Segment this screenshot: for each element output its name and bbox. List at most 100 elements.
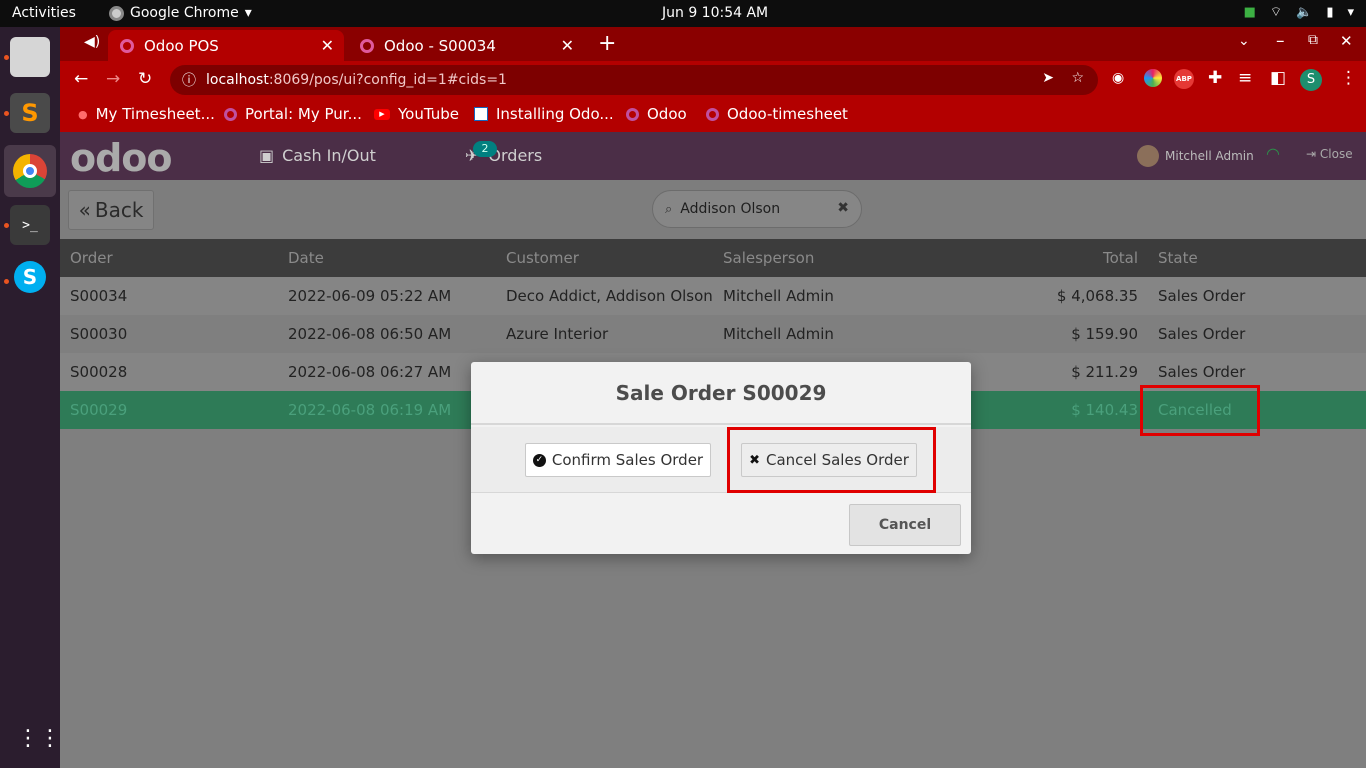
- avatar: [1137, 145, 1159, 167]
- sublime-text-icon[interactable]: S: [10, 93, 50, 133]
- close-tab-icon[interactable]: ✕: [321, 36, 334, 55]
- cash-label: Cash In/Out: [282, 146, 376, 165]
- column-order: Order: [70, 249, 113, 267]
- media-queue-icon[interactable]: ≡: [1238, 68, 1252, 88]
- table-row[interactable]: S00034 2022-06-09 05:22 AM Deco Addict, …: [60, 277, 1366, 315]
- bookmark-label: YouTube: [398, 105, 459, 123]
- bookmark-odoo[interactable]: Odoo: [626, 105, 687, 123]
- close-window-button[interactable]: ✕: [1340, 32, 1353, 50]
- profile-avatar[interactable]: S: [1300, 69, 1322, 91]
- order-customer: Deco Addict, Addison Olson: [506, 287, 713, 305]
- clear-search-icon[interactable]: ✖: [837, 200, 849, 216]
- skype-icon[interactable]: S: [14, 261, 46, 293]
- maximize-button[interactable]: ⧉: [1308, 32, 1318, 48]
- close-pos-button[interactable]: ⇥ Close: [1306, 147, 1353, 161]
- app-menu-label: Google Chrome: [130, 5, 239, 21]
- terminal-icon[interactable]: >_: [10, 205, 50, 245]
- order-customer: Azure Interior: [506, 325, 609, 343]
- order-date: 2022-06-09 05:22 AM: [288, 287, 452, 305]
- tab-odoo-s00034[interactable]: Odoo - S00034 ✕: [348, 30, 584, 61]
- order-state: Sales Order: [1158, 363, 1246, 381]
- order-total: $ 211.29: [1071, 363, 1138, 381]
- wifi-icon: ⌔: [1269, 5, 1283, 20]
- system-tray[interactable]: ■ ⌔ 🔈 ▮ ▾: [1244, 4, 1354, 21]
- check-circle-icon: ✓: [532, 453, 546, 467]
- url-path: :8069/pos/ui?config_id=1#cids=1: [268, 72, 507, 88]
- bookmark-youtube[interactable]: ▶ YouTube: [374, 105, 459, 123]
- forward-arrow-icon[interactable]: →: [106, 69, 120, 89]
- dialog-title: Sale Order S00029: [471, 362, 971, 425]
- cashier-selector[interactable]: Mitchell Admin: [1137, 145, 1254, 167]
- dock: S >_ S ⋮⋮⋮: [0, 27, 83, 768]
- extension-icon[interactable]: ◉: [1112, 70, 1124, 86]
- kebab-menu-icon[interactable]: ⋮: [1340, 68, 1357, 88]
- color-picker-extension-icon[interactable]: [1144, 69, 1162, 87]
- confirm-sales-order-button[interactable]: ✓ Confirm Sales Order: [525, 443, 711, 477]
- close-label: Close: [1319, 147, 1353, 161]
- order-ref: S00029: [70, 401, 128, 419]
- tab-strip: ◀) Odoo POS ✕ Odoo - S00034 ✕ + ⌄ – ⧉ ✕: [60, 27, 1366, 61]
- bookmark-odoo-timesheet[interactable]: Odoo-timesheet: [706, 105, 848, 123]
- tab-odoo-pos[interactable]: Odoo POS ✕: [108, 30, 344, 61]
- chrome-dock-icon[interactable]: [4, 145, 56, 197]
- close-tab-icon[interactable]: ✕: [561, 36, 574, 55]
- cashier-name: Mitchell Admin: [1165, 149, 1254, 163]
- side-panel-icon[interactable]: ◧: [1270, 68, 1286, 88]
- orders-count-badge: 2: [473, 141, 497, 157]
- clock[interactable]: Jun 9 10:54 AM: [662, 5, 768, 21]
- search-icon: ⌕: [665, 201, 673, 217]
- files-icon[interactable]: [10, 37, 50, 77]
- bookmark-installing-odoo[interactable]: Installing Odo...: [474, 105, 614, 123]
- tab-search-icon[interactable]: ⌄: [1238, 33, 1250, 49]
- highlight-box: [1140, 385, 1260, 436]
- address-bar[interactable]: ⓘ localhost :8069/pos/ui?config_id=1#cid…: [170, 65, 1098, 95]
- order-salesperson: Mitchell Admin: [723, 325, 834, 343]
- order-ref: S00034: [70, 287, 128, 305]
- order-total: $ 140.43: [1071, 401, 1138, 419]
- table-row[interactable]: S00030 2022-06-08 06:50 AM Azure Interio…: [60, 315, 1366, 353]
- tab-title: Odoo - S00034: [384, 36, 496, 55]
- cash-in-out-button[interactable]: ▣ Cash In/Out: [259, 146, 376, 165]
- dialog-cancel-button[interactable]: Cancel: [849, 504, 961, 546]
- app-menu[interactable]: Google Chrome ▾: [109, 5, 252, 21]
- minimize-button[interactable]: –: [1276, 31, 1285, 51]
- connection-status-icon[interactable]: ◠: [1266, 144, 1280, 163]
- back-button[interactable]: « Back: [68, 190, 154, 230]
- site-info-icon[interactable]: ⓘ: [182, 70, 196, 90]
- order-ref: S00030: [70, 325, 128, 343]
- search-input[interactable]: ⌕ Addison Olson ✖: [652, 190, 862, 228]
- column-salesperson: Salesperson: [723, 249, 815, 267]
- bookmark-label: My Timesheet...: [95, 105, 215, 123]
- highlight-box: [727, 427, 936, 493]
- reload-icon[interactable]: ↻: [138, 69, 152, 89]
- activities-button[interactable]: Activities: [12, 5, 76, 21]
- running-indicator: [4, 55, 9, 60]
- odoo-logo: odoo: [70, 136, 173, 180]
- running-indicator: [4, 223, 9, 228]
- new-tab-button[interactable]: +: [598, 31, 616, 56]
- tab-audio-icon[interactable]: ◀): [84, 34, 100, 50]
- bookmark-star-icon[interactable]: ☆: [1071, 70, 1084, 86]
- battery-icon: ▮: [1326, 4, 1334, 20]
- browser-toolbar: ← → ↻ ⓘ localhost :8069/pos/ui?config_id…: [60, 61, 1366, 99]
- extensions-puzzle-icon[interactable]: ✚: [1208, 68, 1222, 88]
- tab-title: Odoo POS: [144, 36, 219, 55]
- adblock-icon[interactable]: ABP: [1174, 69, 1194, 89]
- search-value: Addison Olson: [680, 201, 781, 217]
- column-customer: Customer: [506, 249, 579, 267]
- running-indicator: [4, 279, 9, 284]
- chevron-down-icon: ▾: [1347, 4, 1354, 20]
- pos-header: odoo ▣ Cash In/Out ✈ Orders 2 Mitchell Adm…: [60, 132, 1366, 180]
- bookmark-my-timesheet[interactable]: ● My Timesheet...: [78, 105, 215, 123]
- send-icon[interactable]: ➤: [1042, 70, 1054, 86]
- bookmark-label: Odoo: [647, 105, 687, 123]
- column-date: Date: [288, 249, 324, 267]
- bookmark-portal[interactable]: Portal: My Pur...: [224, 105, 362, 123]
- back-arrow-icon[interactable]: ←: [74, 69, 88, 89]
- chevron-down-icon: ▾: [244, 5, 252, 21]
- url-host: localhost: [206, 72, 269, 88]
- running-indicator: [4, 111, 9, 116]
- browser-window: ◀) Odoo POS ✕ Odoo - S00034 ✕ + ⌄ – ⧉ ✕ …: [60, 27, 1366, 132]
- table-header: Order Date Customer Salesperson Total St…: [60, 239, 1366, 277]
- sign-out-icon: ⇥: [1306, 147, 1317, 161]
